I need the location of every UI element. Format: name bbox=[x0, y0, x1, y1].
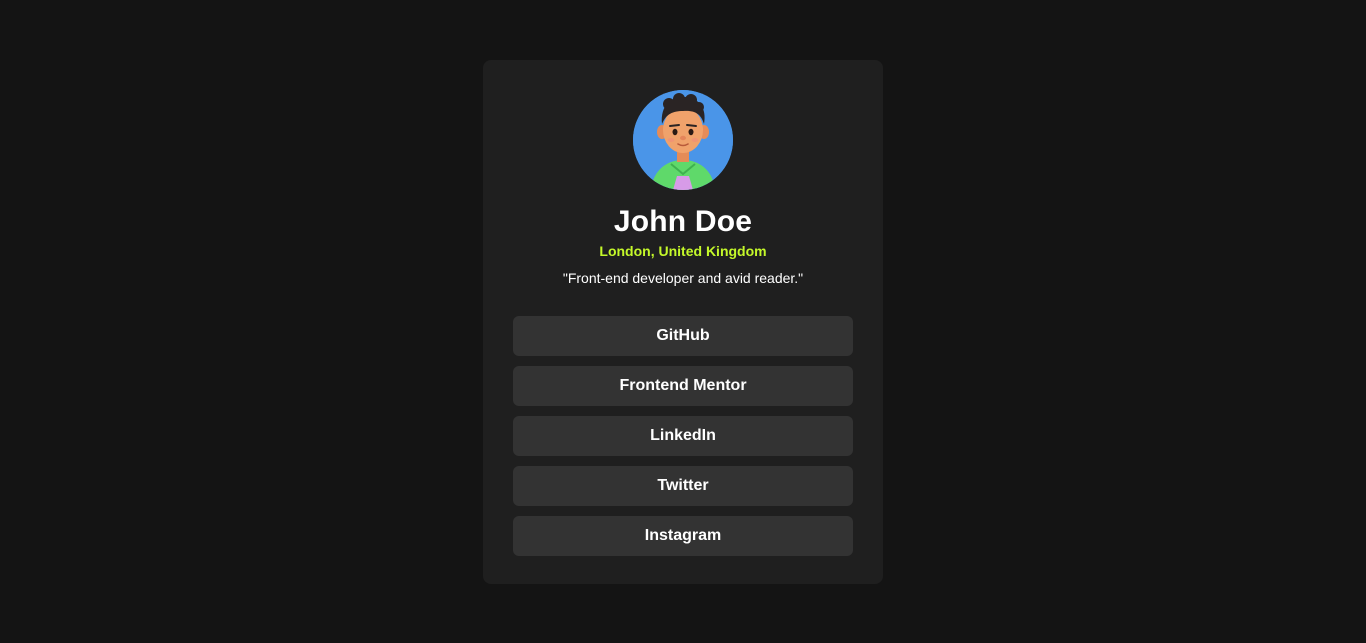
instagram-link-button[interactable]: Instagram bbox=[513, 516, 853, 556]
social-links: GitHub Frontend Mentor LinkedIn Twitter … bbox=[513, 316, 853, 556]
avatar bbox=[633, 90, 733, 190]
twitter-link-button[interactable]: Twitter bbox=[513, 466, 853, 506]
frontend-mentor-link-button[interactable]: Frontend Mentor bbox=[513, 366, 853, 406]
profile-name: John Doe bbox=[613, 205, 753, 238]
profile-bio: "Front-end developer and avid reader." bbox=[562, 270, 804, 286]
profile-location: London, United Kingdom bbox=[599, 243, 767, 259]
profile-card: John Doe London, United Kingdom "Front-e… bbox=[483, 60, 883, 584]
avatar-illustration-icon bbox=[633, 90, 733, 190]
github-link-button[interactable]: GitHub bbox=[513, 316, 853, 356]
linkedin-link-button[interactable]: LinkedIn bbox=[513, 416, 853, 456]
